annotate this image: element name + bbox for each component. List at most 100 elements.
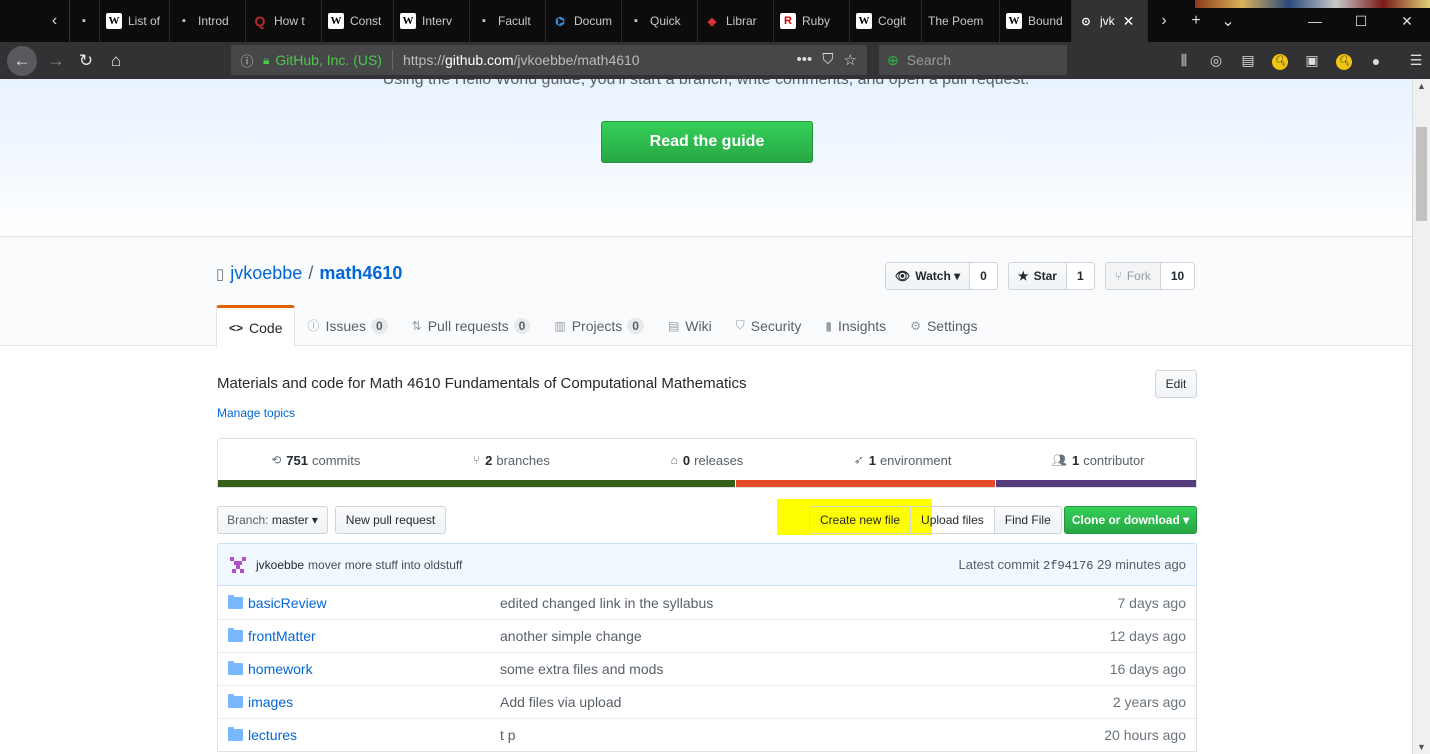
url-bar[interactable]: ⓘ 🔒︎ GitHub, Inc. (US) https://github.co… <box>231 45 867 75</box>
search-bar[interactable]: ⊕ Search <box>879 45 1067 75</box>
file-name-link[interactable]: lectures <box>248 727 500 743</box>
file-name-link[interactable]: frontMatter <box>248 628 500 644</box>
avatar[interactable] <box>228 555 248 575</box>
browser-tab[interactable]: The Poem <box>922 0 1000 42</box>
menu-hamburger-icon[interactable]: ☰ <box>1400 52 1430 69</box>
language-segment[interactable] <box>736 480 995 487</box>
browser-tab[interactable]: W Interv <box>394 0 470 42</box>
scroll-up-icon[interactable]: ▲ <box>1417 81 1426 91</box>
maximize-icon[interactable]: ☐ <box>1338 13 1384 30</box>
browser-tab[interactable]: ▪ Introd <box>170 0 246 42</box>
browser-tab[interactable]: ▪ Quick <box>622 0 698 42</box>
contributor-summary-link[interactable]: 👥︎ 1 contributor <box>1000 439 1196 481</box>
tab-pull-requests[interactable]: ⇅ Pull requests 0 <box>400 305 543 346</box>
commits-summary-link[interactable]: ⟲ 751 commits <box>218 439 414 481</box>
file-name-link[interactable]: basicReview <box>248 595 500 611</box>
commit-author-link[interactable]: jvkoebbe <box>256 558 304 572</box>
security-identity[interactable]: GitHub, Inc. (US) <box>275 52 382 68</box>
url-text[interactable]: https://github.com/jvkoebbe/math4610 <box>403 52 640 68</box>
tab-security[interactable]: ⛉ Security <box>724 305 814 346</box>
language-segment[interactable] <box>218 480 736 487</box>
tab-settings[interactable]: ⚙ Settings <box>898 305 989 346</box>
new-pull-request-button[interactable]: New pull request <box>335 506 446 534</box>
new-tab-icon[interactable]: + <box>1180 12 1212 30</box>
browser-tab[interactable]: W List of <box>100 0 170 42</box>
extension-search-icon-2[interactable]: 🔍︎ <box>1328 51 1360 70</box>
browser-tab[interactable]: ◆ Librar <box>698 0 774 42</box>
read-guide-button[interactable]: Read the guide <box>601 121 813 163</box>
file-commit-message-link[interactable]: t p <box>500 727 1104 743</box>
create-new-file-button[interactable]: Create new file <box>809 506 912 534</box>
browser-tab[interactable]: Q How t <box>246 0 322 42</box>
environment-summary-link[interactable]: ➶ 1 environment <box>805 439 1001 481</box>
tab-list-chevron-icon[interactable]: ⌄ <box>1212 11 1244 31</box>
home-icon[interactable]: ⌂ <box>101 46 131 76</box>
file-commit-message-link[interactable]: edited changed link in the syllabus <box>500 595 1118 611</box>
extension-search-icon[interactable]: 🔍︎ <box>1264 51 1296 70</box>
commit-age: 29 minutes ago <box>1097 556 1186 572</box>
fork-button[interactable]: ⑂ Fork <box>1104 262 1161 290</box>
browser-tab[interactable]: W Bound <box>1000 0 1072 42</box>
upload-files-button[interactable]: Upload files <box>911 506 995 534</box>
browser-tab[interactable]: ⌬ Docum <box>546 0 622 42</box>
close-tab-icon[interactable]: ✕ <box>1123 13 1135 30</box>
page-actions-icon[interactable]: ••• <box>797 51 813 69</box>
scroll-thumb[interactable] <box>1416 127 1427 221</box>
gear-icon: ⚙ <box>910 318 921 333</box>
tab-code[interactable]: <> Code <box>216 305 296 347</box>
language-segment[interactable] <box>995 480 1196 487</box>
commit-sha-link[interactable]: 2f94176 <box>1043 559 1093 573</box>
privacy-badger-icon[interactable]: ▣ <box>1296 52 1328 69</box>
scroll-tabs-left-icon[interactable]: ‹ <box>40 0 70 42</box>
star-count[interactable]: 1 <box>1066 262 1095 290</box>
pocket-icon[interactable]: ⛉ <box>822 51 833 69</box>
browser-tab[interactable]: W Cogit <box>850 0 922 42</box>
path-divider: / <box>308 263 314 283</box>
info-icon[interactable]: ⓘ <box>235 51 259 70</box>
tab-wiki[interactable]: ▤ Wiki <box>656 305 724 346</box>
file-name-link[interactable]: images <box>248 694 500 710</box>
tab-insights[interactable]: ▮ Insights <box>813 305 898 346</box>
back-arrow-icon[interactable]: ← <box>7 45 37 76</box>
browser-tab[interactable]: R Ruby <box>774 0 850 42</box>
star-button[interactable]: ★ Star <box>1007 262 1067 290</box>
repo-owner-link[interactable]: jvkoebbe <box>230 263 302 284</box>
library-icon[interactable]: ⫼ <box>1168 52 1200 69</box>
tab-projects[interactable]: ▥ Projects 0 <box>542 305 656 346</box>
edit-description-button[interactable]: Edit <box>1155 370 1197 398</box>
extension-icon[interactable]: ● <box>1360 53 1392 69</box>
clone-download-button[interactable]: Clone or download ▾ <box>1064 506 1197 534</box>
manage-topics-link[interactable]: Manage topics <box>217 406 295 420</box>
forward-arrow-icon[interactable]: → <box>41 46 71 76</box>
releases-summary-link[interactable]: ⌂ 0 releases <box>609 439 805 481</box>
reload-icon[interactable]: ↻ <box>71 46 101 76</box>
browser-tab[interactable]: ▪Q <box>70 0 100 42</box>
close-window-icon[interactable]: ✕ <box>1384 13 1430 30</box>
language-bar[interactable] <box>217 480 1197 488</box>
sidebar-icon[interactable]: ▤ <box>1232 52 1264 69</box>
branches-summary-link[interactable]: ⑂ 2 branches <box>414 439 610 481</box>
branch-select-button[interactable]: Branch: master ▾ <box>217 506 328 534</box>
tab-strip: ▪Q W List of ▪ Introd Q How t W Const W Interv ▪ Fac… <box>70 0 1148 42</box>
file-commit-message-link[interactable]: some extra files and mods <box>500 661 1110 677</box>
file-commit-message-link[interactable]: Add files via upload <box>500 694 1113 710</box>
tab-issues[interactable]: ⓘ Issues 0 <box>295 305 399 346</box>
sync-icon[interactable]: ◎ <box>1200 52 1232 69</box>
browser-tab[interactable]: W Const <box>322 0 394 42</box>
commit-message-link[interactable]: mover more stuff into oldstuff <box>308 558 462 572</box>
page-scrollbar[interactable]: ▲ ▼ <box>1412 79 1430 754</box>
find-file-button[interactable]: Find File <box>994 506 1062 534</box>
scroll-tabs-right-icon[interactable]: › <box>1148 12 1180 30</box>
tab-label: Wiki <box>685 317 712 334</box>
scroll-down-icon[interactable]: ▼ <box>1417 742 1426 752</box>
watch-count[interactable]: 0 <box>970 262 998 290</box>
fork-count[interactable]: 10 <box>1160 262 1196 290</box>
browser-tab[interactable]: ▪ Facult <box>470 0 546 42</box>
watch-button[interactable]: 👁︎ Watch ▾ <box>885 262 971 290</box>
minimize-icon[interactable]: — <box>1292 13 1338 29</box>
file-commit-message-link[interactable]: another simple change <box>500 628 1110 644</box>
file-name-link[interactable]: homework <box>248 661 500 677</box>
repo-name-link[interactable]: math4610 <box>319 263 402 284</box>
browser-tab[interactable]: ⊙ jvk ✕ <box>1072 0 1148 42</box>
bookmark-star-icon[interactable]: ☆ <box>844 51 857 69</box>
